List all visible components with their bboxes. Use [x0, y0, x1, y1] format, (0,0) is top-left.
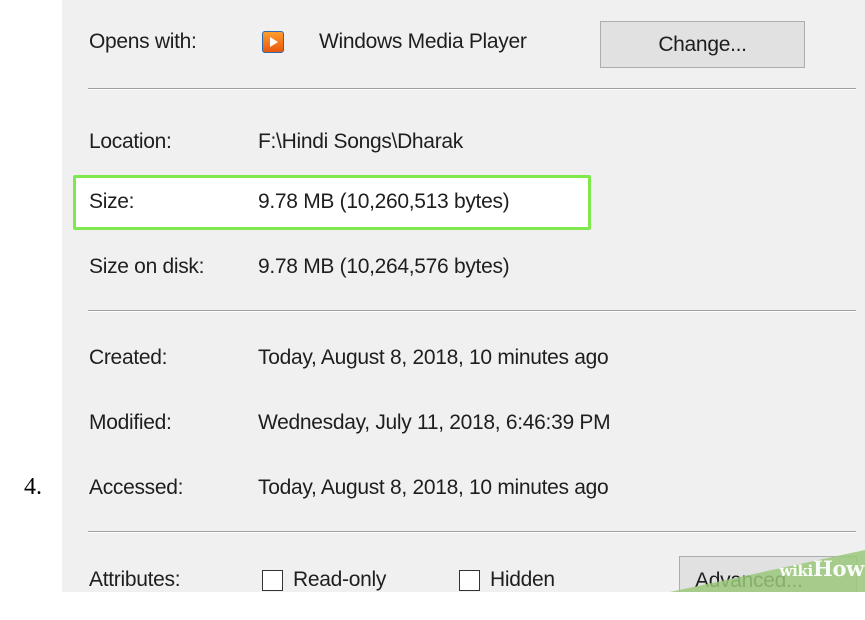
location-value: F:\Hindi Songs\Dharak	[258, 130, 463, 153]
size-value: 9.78 MB (10,260,513 bytes)	[258, 190, 510, 213]
created-value: Today, August 8, 2018, 10 minutes ago	[258, 346, 609, 369]
file-properties-panel: Opens with: Windows Media Player Change.…	[62, 0, 865, 592]
divider	[88, 531, 856, 533]
opens-with-label: Opens with:	[89, 30, 197, 53]
read-only-label[interactable]: Read-only	[293, 567, 386, 592]
modified-label: Modified:	[89, 411, 172, 434]
watermark-wiki: wiki	[779, 562, 813, 580]
divider	[88, 310, 856, 312]
wikihow-watermark: wikiHow	[779, 556, 864, 581]
hidden-label[interactable]: Hidden	[490, 567, 555, 592]
change-button[interactable]: Change...	[600, 21, 805, 68]
attributes-label: Attributes:	[89, 568, 181, 591]
divider	[88, 88, 856, 90]
accessed-value: Today, August 8, 2018, 10 minutes ago	[258, 476, 609, 499]
hidden-checkbox[interactable]	[459, 570, 480, 591]
accessed-label: Accessed:	[89, 476, 184, 499]
modified-value: Wednesday, July 11, 2018, 6:46:39 PM	[258, 411, 611, 434]
watermark-how: How	[812, 556, 864, 581]
size-on-disk-value: 9.78 MB (10,264,576 bytes)	[258, 255, 510, 278]
size-label: Size:	[89, 190, 135, 213]
created-label: Created:	[89, 346, 168, 369]
location-label: Location:	[89, 130, 172, 153]
step-number: 4.	[24, 474, 42, 500]
opens-with-app-name: Windows Media Player	[319, 30, 527, 53]
size-on-disk-label: Size on disk:	[89, 255, 205, 278]
read-only-checkbox[interactable]	[262, 570, 283, 591]
windows-media-player-icon	[262, 31, 284, 53]
